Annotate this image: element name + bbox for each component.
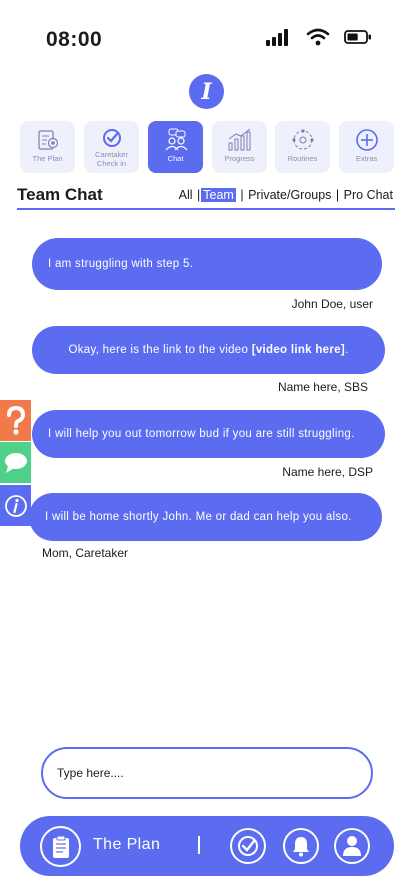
nav-tile-label: Routines (287, 154, 318, 163)
speech-bubble-icon (4, 452, 27, 473)
info-tab[interactable] (0, 485, 31, 526)
header-divider (17, 208, 395, 210)
bottom-nav-bar: The Plan (20, 816, 394, 876)
app-logo-letter: I (201, 78, 212, 105)
bottom-bar-divider (198, 836, 200, 854)
nav-tile-routines[interactable]: Routines (275, 121, 330, 173)
message-bubble: I will be home shortly John. Me or dad c… (29, 493, 382, 541)
message-sender: Name here, DSP (282, 465, 373, 479)
chat-filter-tabs: All | Team | Private/Groups | Pro Chat (179, 188, 393, 202)
help-tab[interactable] (0, 400, 31, 441)
nav-tile-progress[interactable]: Progress (212, 121, 267, 173)
bar-chart-icon (228, 128, 250, 151)
plus-circle-icon (355, 129, 378, 151)
message-text: I will help you out tomorrow bud if you … (48, 427, 355, 440)
app-logo: I (189, 74, 224, 109)
message-text: Okay, here is the link to the video [vid… (69, 343, 349, 358)
battery-icon (344, 30, 371, 44)
chat-tab[interactable] (0, 442, 31, 483)
feature-nav: The Plan Caretaker Check in Chat Progres… (20, 121, 394, 173)
routines-cycle-icon (291, 129, 314, 150)
nav-tile-the-plan[interactable]: The Plan (20, 121, 75, 173)
clipboard-icon (52, 835, 69, 858)
message-text-part: . (344, 343, 349, 356)
cellular-signal-icon (266, 29, 288, 46)
message-sender: Mom, Caretaker (42, 546, 129, 560)
filter-all[interactable]: All (179, 188, 193, 202)
message-bubble: I will help you out tomorrow bud if you … (32, 410, 385, 458)
nav-tile-extras[interactable]: Extras (339, 121, 394, 173)
question-mark-icon (6, 405, 25, 435)
message-bubble: I am struggling with step 5. (32, 238, 382, 290)
the-plan-label[interactable]: The Plan (93, 836, 160, 854)
check-circle-icon (238, 836, 258, 856)
message-text-part: Okay, here is the link to the video (68, 343, 252, 356)
filter-pro-chat[interactable]: Pro Chat (344, 188, 393, 202)
page-title: Team Chat (17, 185, 103, 204)
nav-tile-label: Extras (355, 154, 378, 163)
filter-separator: | (197, 188, 201, 202)
checklist-target-icon (37, 130, 58, 150)
nav-tile-label: Progress (224, 154, 255, 163)
notifications-button[interactable] (283, 828, 319, 864)
nav-tile-label: The Plan (32, 154, 63, 163)
nav-tile-caretaker-check-in[interactable]: Caretaker Check in (84, 121, 139, 173)
message-sender: Name here, SBS (277, 380, 368, 394)
message-text: I will be home shortly John. Me or dad c… (45, 510, 352, 523)
info-icon (4, 494, 27, 517)
nav-tile-chat[interactable]: Chat (148, 121, 203, 173)
message-text: I am struggling with step 5. (48, 257, 194, 270)
bell-icon (293, 837, 309, 857)
the-plan-button[interactable] (40, 826, 81, 867)
profile-button[interactable] (334, 828, 370, 864)
checkmark-circle-icon (102, 129, 121, 147)
check-in-button[interactable] (230, 828, 266, 864)
status-bar: 08:00 (0, 0, 414, 70)
message-sender: John Doe, user (291, 297, 373, 311)
nav-tile-label: Caretaker Check in (95, 150, 128, 168)
user-icon (343, 836, 361, 856)
status-icons (266, 28, 372, 46)
status-time: 08:00 (46, 28, 103, 51)
people-chat-icon (165, 128, 187, 151)
message-bubble: Okay, here is the link to the video [vid… (32, 326, 385, 374)
nav-tile-label: Chat (167, 154, 184, 163)
filter-private-groups[interactable]: Private/Groups (248, 188, 331, 202)
wifi-icon (306, 28, 330, 46)
filter-team[interactable]: Team (201, 188, 236, 202)
video-link[interactable]: [video link here] (252, 344, 345, 356)
message-input[interactable] (41, 747, 373, 799)
filter-separator: | (240, 188, 244, 202)
filter-separator: | (335, 188, 340, 202)
